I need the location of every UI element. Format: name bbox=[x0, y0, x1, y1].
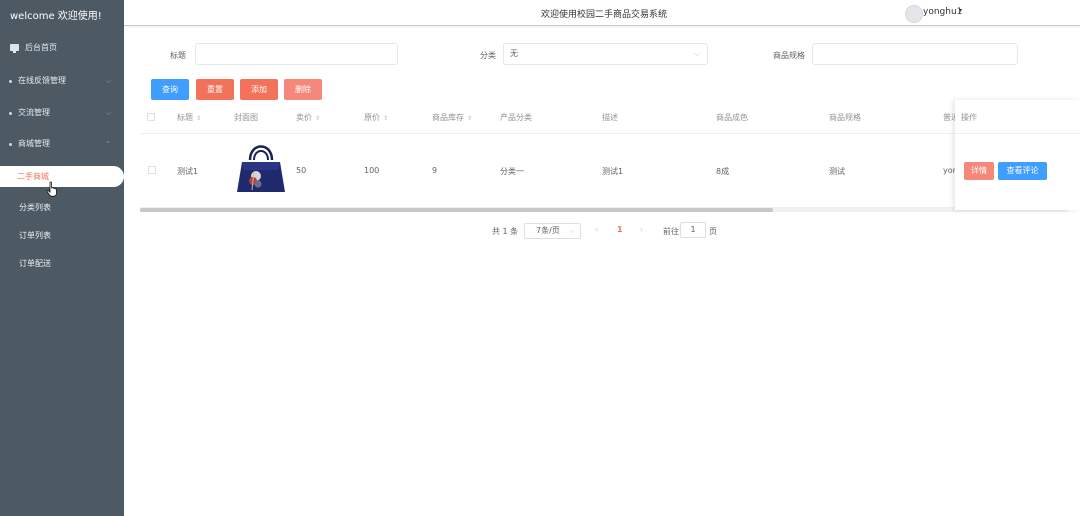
title-filter-input[interactable] bbox=[195, 43, 398, 65]
cell-title: 测试1 bbox=[177, 167, 199, 176]
column-header-desc: 描述 bbox=[602, 113, 618, 122]
sidebar-item-label: 在线反馈管理 bbox=[18, 76, 66, 85]
system-title: 欢迎使用校园二手商品交易系统 bbox=[541, 10, 668, 20]
page-unit-label: 页 bbox=[709, 227, 717, 236]
top-bar: 欢迎使用校园二手商品交易系统 yonghu1 ▾ bbox=[124, 0, 1080, 26]
sort-icon: ⇕ bbox=[467, 115, 473, 122]
cell-desc: 测试1 bbox=[602, 167, 624, 176]
column-header-title[interactable]: 标题 ⇕ bbox=[177, 112, 201, 123]
cell-stock: 9 bbox=[432, 166, 438, 175]
chevron-down-icon: ⌵ bbox=[694, 49, 701, 58]
delete-button[interactable]: 删除 bbox=[284, 79, 322, 100]
caret-down-icon[interactable]: ▾ bbox=[959, 7, 962, 14]
category-filter-label: 分类 bbox=[480, 51, 496, 60]
prev-page-icon[interactable]: ‹ bbox=[595, 225, 598, 234]
sidebar-subitem-order-list[interactable]: 订单列表 bbox=[19, 230, 51, 241]
add-button[interactable]: 添加 bbox=[240, 79, 278, 100]
sort-icon: ⇕ bbox=[196, 115, 202, 122]
spec-filter-input[interactable] bbox=[812, 43, 1018, 65]
reset-button[interactable]: 重置 bbox=[196, 79, 234, 100]
column-header-spec: 商品规格 bbox=[829, 113, 861, 122]
column-header-condition: 商品成色 bbox=[716, 113, 748, 122]
bullet-icon bbox=[9, 80, 12, 83]
column-header-category: 产品分类 bbox=[500, 113, 532, 122]
cell-category: 分类一 bbox=[500, 167, 524, 176]
page-size-select[interactable]: 7条/页 ⌵ bbox=[524, 223, 581, 239]
page-size-value: 7条/页 bbox=[536, 226, 560, 235]
bullet-icon bbox=[9, 112, 12, 115]
sidebar-item-exchange[interactable]: 交流管理 ⌵ bbox=[0, 102, 124, 124]
sidebar-item-feedback[interactable]: 在线反馈管理 ⌵ bbox=[0, 70, 124, 92]
bullet-icon bbox=[9, 143, 12, 146]
hand-cursor-icon bbox=[46, 181, 57, 197]
sidebar-subitem-order-delivery[interactable]: 订单配送 bbox=[19, 258, 51, 269]
title-filter-label: 标题 bbox=[170, 51, 186, 60]
next-page-icon[interactable]: › bbox=[640, 225, 643, 234]
column-header-stock[interactable]: 商品库存 ⇕ bbox=[432, 112, 472, 123]
cell-sell-price: 50 bbox=[296, 166, 307, 175]
page-number-current[interactable]: 1 bbox=[617, 225, 623, 234]
sidebar-item-home[interactable]: 后台首页 bbox=[0, 37, 124, 59]
category-select-value: 无 bbox=[510, 49, 518, 58]
sidebar-subitem-secondhand-mall[interactable]: 二手商城 bbox=[0, 166, 124, 187]
user-avatar[interactable] bbox=[905, 5, 923, 23]
sidebar-subitem-label: 二手商城 bbox=[17, 172, 49, 181]
goto-label: 前往 bbox=[663, 227, 679, 236]
pagination-total: 共 1 条 bbox=[492, 227, 519, 236]
horizontal-scrollbar-thumb[interactable] bbox=[140, 208, 773, 212]
category-select[interactable]: 无 bbox=[503, 43, 708, 65]
cell-orig-price: 100 bbox=[364, 166, 380, 175]
query-button[interactable]: 查询 bbox=[151, 79, 189, 100]
sidebar: welcome 欢迎使用! 后台首页 在线反馈管理 ⌵ 交流管理 ⌵ 商城管理 … bbox=[0, 0, 124, 516]
sidebar-item-label: 交流管理 bbox=[18, 108, 50, 117]
chevron-down-icon: ⌵ bbox=[105, 77, 111, 85]
cell-condition: 8成 bbox=[716, 167, 730, 176]
sidebar-item-label: 商城管理 bbox=[18, 139, 50, 148]
cover-image-handbag bbox=[237, 145, 285, 192]
header-divider bbox=[140, 133, 954, 134]
chevron-up-icon: ⌃ bbox=[105, 140, 111, 148]
sort-icon: ⇕ bbox=[315, 115, 321, 122]
sidebar-item-label: 后台首页 bbox=[25, 43, 57, 52]
column-header-cover: 封面图 bbox=[234, 113, 258, 122]
spec-filter-label: 商品规格 bbox=[773, 51, 805, 60]
sidebar-subitem-category-list[interactable]: 分类列表 bbox=[19, 202, 51, 213]
cell-spec: 测试 bbox=[829, 167, 845, 176]
view-reviews-button[interactable]: 查看评论 bbox=[998, 162, 1047, 180]
column-header-operations: 操作 bbox=[961, 113, 977, 122]
header-divider bbox=[955, 133, 1080, 134]
goto-page-input[interactable]: 1 bbox=[680, 222, 706, 238]
username[interactable]: yonghu1 bbox=[923, 7, 962, 17]
sort-icon: ⇕ bbox=[383, 115, 389, 122]
column-header-sell-price[interactable]: 卖价 ⇕ bbox=[296, 112, 320, 123]
chevron-down-icon: ⌵ bbox=[569, 227, 575, 235]
column-header-orig-price[interactable]: 原价 ⇕ bbox=[364, 112, 388, 123]
chevron-down-icon: ⌵ bbox=[105, 109, 111, 117]
monitor-icon bbox=[10, 44, 19, 53]
sidebar-item-mall[interactable]: 商城管理 ⌃ bbox=[0, 133, 124, 155]
select-all-checkbox[interactable] bbox=[147, 113, 155, 121]
sidebar-brand: welcome 欢迎使用! bbox=[10, 11, 102, 22]
fixed-operations-column: 操作 bbox=[955, 100, 1080, 210]
detail-button[interactable]: 详情 bbox=[964, 162, 994, 180]
row-checkbox[interactable] bbox=[148, 166, 156, 174]
